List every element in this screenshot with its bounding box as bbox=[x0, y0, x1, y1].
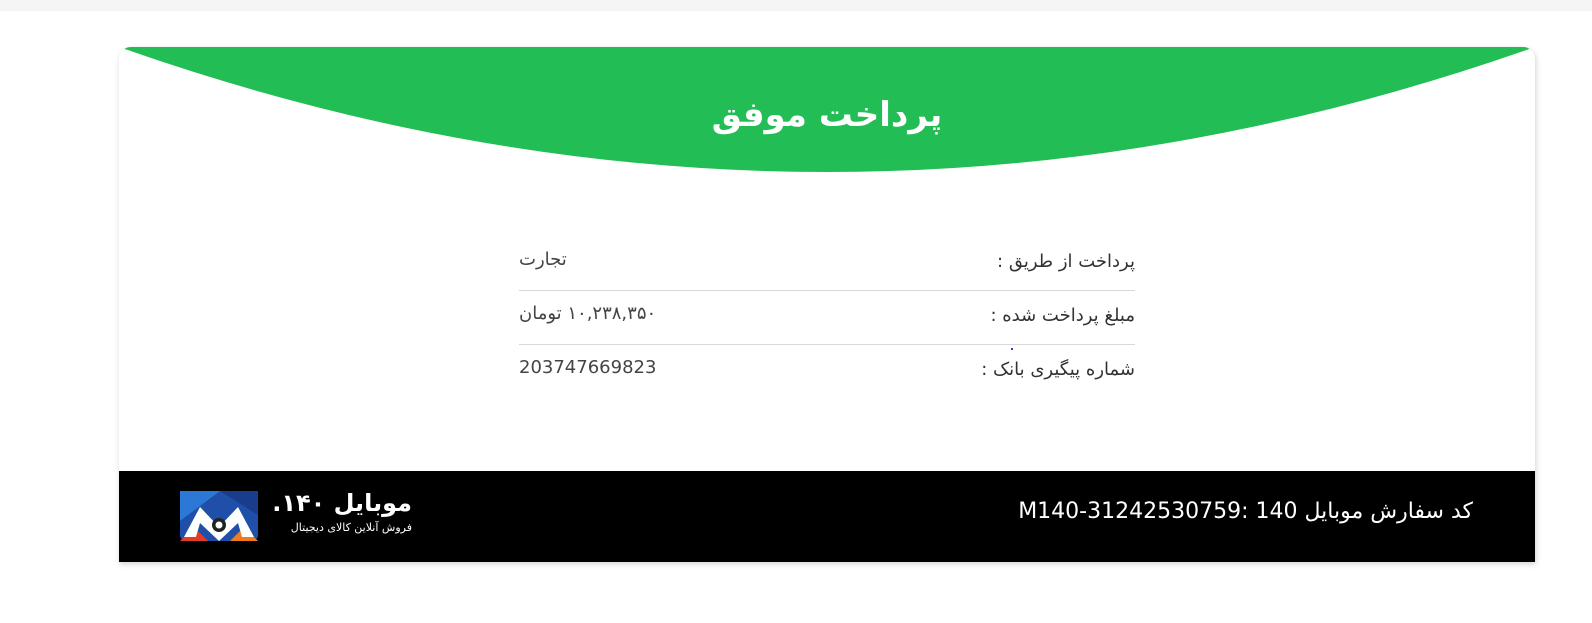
order-code: کد سفارش موبایل 140 :M140-31242530759 bbox=[1018, 499, 1473, 524]
top-strip bbox=[0, 0, 1592, 11]
gateway-value: تجارت bbox=[519, 249, 567, 270]
order-footer: کد سفارش موبایل 140 :M140-31242530759 مو… bbox=[119, 471, 1535, 562]
stray-dot bbox=[1011, 348, 1013, 350]
payment-details: پرداخت از طریق : تجارت مبلغ پرداخت شده :… bbox=[519, 237, 1135, 398]
brand-logo[interactable]: موبایل ۱۴۰. فروش آنلاین کالای دیجیتال bbox=[180, 489, 412, 543]
page-title: پرداخت موفق bbox=[711, 95, 943, 135]
detail-row-tracking: شماره پیگیری بانک : 203747669823 bbox=[519, 345, 1135, 398]
amount-label: مبلغ پرداخت شده : bbox=[990, 305, 1135, 326]
detail-row-amount: مبلغ پرداخت شده : ۱۰,۲۳۸,۳۵۰ تومان bbox=[519, 291, 1135, 345]
payment-result-card: پرداخت موفق پرداخت از طریق : تجارت مبلغ … bbox=[119, 47, 1535, 562]
tracking-value: 203747669823 bbox=[519, 357, 657, 378]
tracking-label: شماره پیگیری بانک : bbox=[981, 359, 1135, 380]
mobile140-logo-icon bbox=[180, 491, 258, 541]
amount-value: ۱۰,۲۳۸,۳۵۰ تومان bbox=[519, 303, 657, 324]
logo-tagline: فروش آنلاین کالای دیجیتال bbox=[290, 521, 412, 534]
gateway-label: پرداخت از طریق : bbox=[997, 251, 1135, 272]
detail-row-gateway: پرداخت از طریق : تجارت bbox=[519, 237, 1135, 291]
logo-name: موبایل ۱۴۰. bbox=[272, 489, 412, 517]
